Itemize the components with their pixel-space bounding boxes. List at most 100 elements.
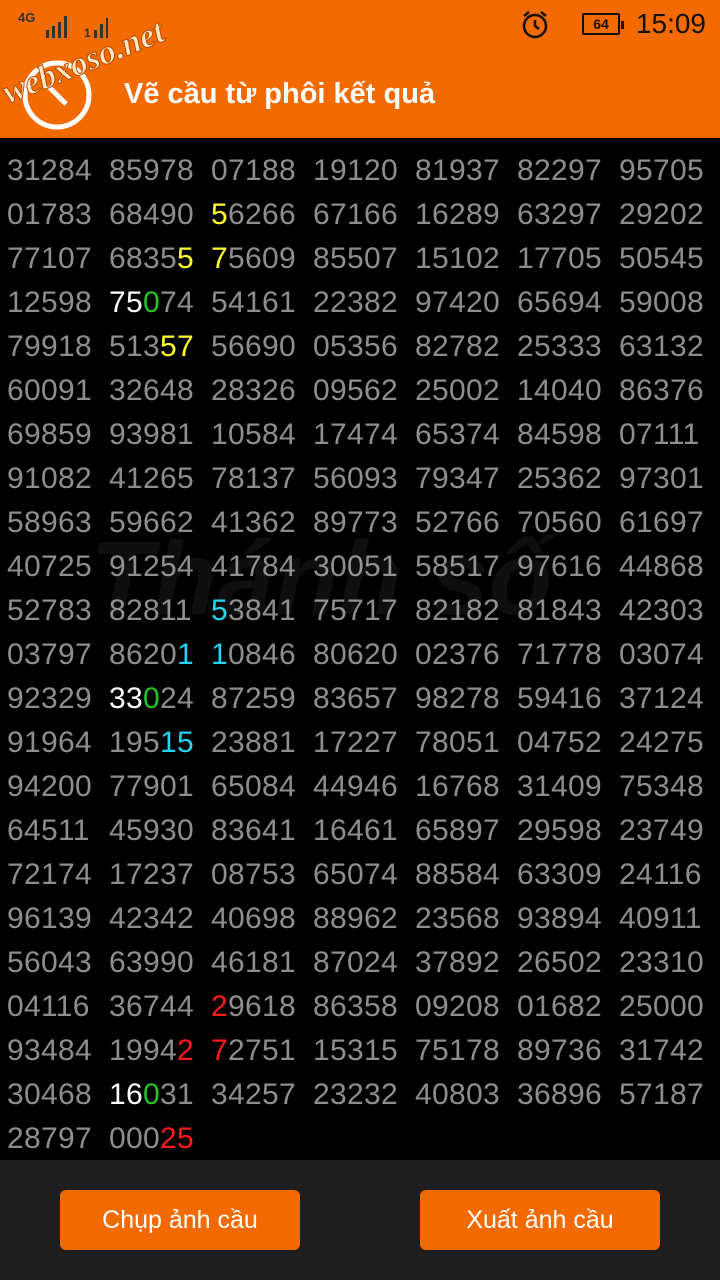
page-title: Vẽ cầu từ phôi kết quả (124, 78, 436, 110)
grid-cell: 59662 (109, 506, 194, 539)
grid-cell: 17237 (109, 858, 194, 891)
grid-row: 91964 19515 23881 17227 78051 04752 24275 (0, 726, 720, 770)
grid-row: 31284 85978 07188 19120 81937 82297 95705 (0, 154, 720, 198)
grid-cell: 82297 (517, 154, 602, 187)
grid-cell: 81937 (415, 154, 500, 187)
grid-cell: 36744 (109, 990, 194, 1023)
grid-cell: 97301 (619, 462, 704, 495)
grid-cell: 04116 (7, 990, 90, 1023)
grid-cell: 86376 (619, 374, 704, 407)
status-bar: 4G 1 64 15:09 (0, 0, 720, 50)
grid-cell: 65074 (313, 858, 398, 891)
grid-cell: 42303 (619, 594, 704, 627)
grid-row: 52783 82811 53841 75717 82182 81843 42303 (0, 594, 720, 638)
grid-cell: 80620 (313, 638, 398, 671)
grid-cell: 87024 (313, 946, 398, 979)
grid-cell: 41265 (109, 462, 194, 495)
grid-cell: 53841 (211, 594, 296, 627)
grid-cell: 10846 (211, 638, 296, 671)
grid-row: 93484 19942 72751 15315 75178 89736 31742 (0, 1034, 720, 1078)
clock: 15:09 (635, 8, 706, 39)
grid-cell: 63132 (619, 330, 704, 363)
grid-cell: 56043 (7, 946, 92, 979)
grid-cell: 16461 (313, 814, 398, 847)
grid-row: 69859 93981 10584 17474 65374 84598 07111 (0, 418, 720, 462)
grid-cell: 98278 (415, 682, 500, 715)
grid-cell: 56690 (211, 330, 296, 363)
grid-cell: 28797 (7, 1122, 92, 1155)
grid-cell: 97420 (415, 286, 500, 319)
app-logo-icon[interactable] (20, 58, 94, 132)
grid-row: 30468 16031 34257 23232 40803 36896 57187 (0, 1078, 720, 1122)
grid-cell: 52766 (415, 506, 500, 539)
grid-cell: 40725 (7, 550, 92, 583)
grid-cell: 59008 (619, 286, 704, 319)
grid-cell: 65084 (211, 770, 296, 803)
grid-cell: 84598 (517, 418, 602, 451)
grid-cell: 28326 (211, 374, 296, 407)
grid-cell: 59416 (517, 682, 602, 715)
grid-row: 40725 91254 41784 30051 58517 97616 44868 (0, 550, 720, 594)
export-image-button[interactable]: Xuất ảnh cầu (420, 1190, 660, 1250)
grid-cell: 91254 (109, 550, 194, 583)
grid-cell: 81843 (517, 594, 602, 627)
grid-cell: 67166 (313, 198, 398, 231)
grid-cell: 54161 (211, 286, 296, 319)
grid-cell: 58963 (7, 506, 92, 539)
grid-cell: 45930 (109, 814, 194, 847)
grid-row: 56043 63990 46181 87024 37892 26502 23310 (0, 946, 720, 990)
grid-cell: 95705 (619, 154, 704, 187)
grid-cell: 83657 (313, 682, 398, 715)
grid-cell: 78051 (415, 726, 500, 759)
grid-cell: 86201 (109, 638, 194, 671)
grid-cell: 17705 (517, 242, 602, 275)
grid-cell: 33024 (109, 682, 194, 715)
grid-cell: 23881 (211, 726, 296, 759)
grid-cell: 72751 (211, 1034, 296, 1067)
network-type-label: 4G (18, 10, 36, 25)
grid-cell: 30051 (313, 550, 398, 583)
grid-cell: 63309 (517, 858, 602, 891)
grid-cell: 01682 (517, 990, 602, 1023)
grid-cell: 00025 (109, 1122, 194, 1155)
grid-cell: 75348 (619, 770, 704, 803)
grid-cell: 93894 (517, 902, 602, 935)
grid-row: 03797 86201 10846 80620 02376 71778 03074 (0, 638, 720, 682)
grid-cell: 79347 (415, 462, 500, 495)
grid-cell: 78137 (211, 462, 296, 495)
battery-icon: 64 (582, 13, 624, 35)
grid-row: 12598 75074 54161 22382 97420 65694 59008 (0, 286, 720, 330)
grid-cell: 37124 (619, 682, 704, 715)
grid-cell: 75178 (415, 1034, 500, 1067)
grid-cell: 12598 (7, 286, 92, 319)
grid-cell: 24275 (619, 726, 704, 759)
grid-row: 01783 68490 56266 67166 16289 63297 29202 (0, 198, 720, 242)
grid-cell: 75609 (211, 242, 296, 275)
grid-row: 64511 45930 83641 16461 65897 29598 23749 (0, 814, 720, 858)
capture-image-button[interactable]: Chụp ảnh cầu (60, 1190, 300, 1250)
grid-cell: 89736 (517, 1034, 602, 1067)
sim-label: 1 (84, 26, 91, 40)
grid-cell: 82811 (109, 594, 192, 627)
grid-cell: 56093 (313, 462, 398, 495)
grid-cell: 44868 (619, 550, 704, 583)
grid-row: 94200 77901 65084 44946 16768 31409 75348 (0, 770, 720, 814)
grid-cell: 41784 (211, 550, 296, 583)
grid-cell: 09562 (313, 374, 398, 407)
grid-cell: 65374 (415, 418, 500, 451)
grid-row: 04116 36744 29618 86358 09208 01682 25000 (0, 990, 720, 1034)
grid-cell: 14040 (517, 374, 602, 407)
grid-row: 60091 32648 28326 09562 25002 14040 86376 (0, 374, 720, 418)
grid-row: 79918 51357 56690 05356 82782 25333 63132 (0, 330, 720, 374)
grid-cell: 31742 (619, 1034, 704, 1067)
grid-cell: 93981 (109, 418, 194, 451)
grid-cell: 85978 (109, 154, 194, 187)
grid-cell: 70560 (517, 506, 602, 539)
grid-cell: 23749 (619, 814, 704, 847)
grid-cell: 23568 (415, 902, 500, 935)
grid-cell: 40698 (211, 902, 296, 935)
grid-cell: 29598 (517, 814, 602, 847)
grid-cell: 64511 (7, 814, 90, 847)
grid-cell: 68490 (109, 198, 194, 231)
grid-cell: 51357 (109, 330, 194, 363)
